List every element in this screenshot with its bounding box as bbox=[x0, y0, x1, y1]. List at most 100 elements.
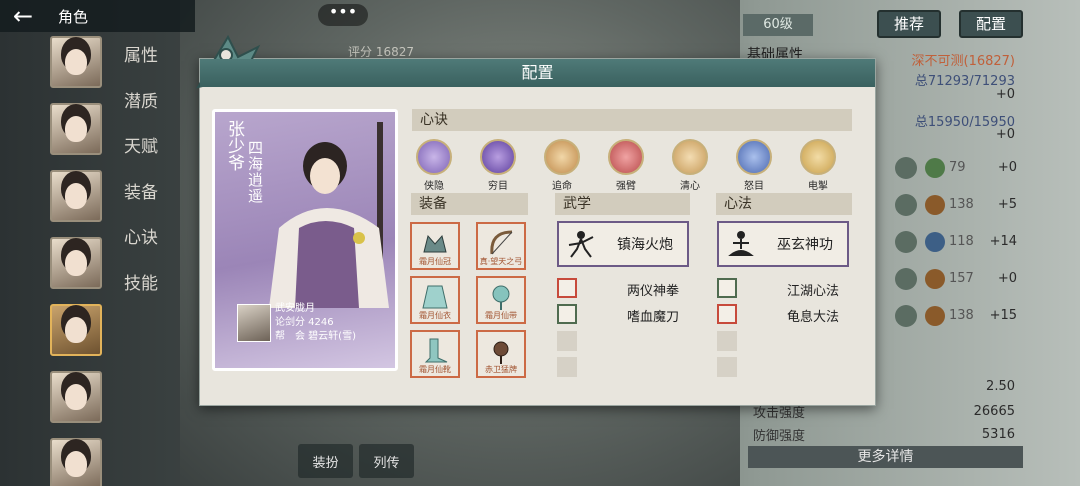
xinjue-item[interactable]: 追命 bbox=[542, 139, 582, 192]
more-details-button[interactable]: 更多详情 bbox=[748, 446, 1023, 468]
page-title: 角色 bbox=[58, 7, 89, 26]
character-avatar[interactable] bbox=[50, 36, 102, 88]
skill-icon bbox=[717, 304, 737, 324]
xinjue-label: 强臂 bbox=[616, 181, 636, 192]
xinjue-list: 侠隐 穷目 追命 强臂 清心 怒目 电掣 bbox=[414, 139, 838, 192]
tab-attributes[interactable]: 属性 bbox=[124, 42, 158, 88]
skill-label: 龟息大法 bbox=[787, 310, 840, 325]
biography-button[interactable]: 列传 bbox=[359, 444, 414, 478]
tab-potential[interactable]: 潜质 bbox=[124, 88, 158, 134]
xinfa-skill-item[interactable]: 江湖心法 bbox=[717, 278, 847, 300]
character-avatar[interactable] bbox=[50, 371, 102, 423]
xinjue-item[interactable]: 怒目 bbox=[734, 139, 774, 192]
equip-slot[interactable]: 真·望天之弓 bbox=[476, 222, 526, 270]
attr-row: 118 +14 bbox=[895, 231, 1025, 255]
character-info: 武安胧月 论剑分 4246 帮 会 碧云轩(雪) bbox=[237, 303, 387, 354]
xinjue-item[interactable]: 侠隐 bbox=[414, 139, 454, 192]
bow-icon bbox=[490, 230, 513, 255]
attr-level: 118 bbox=[949, 234, 974, 249]
xinjue-header: 心诀 bbox=[412, 109, 852, 131]
martial-pose-icon bbox=[568, 231, 594, 258]
crit-value: 2.50 bbox=[986, 379, 1015, 394]
attr-plus: +0 bbox=[997, 160, 1017, 175]
equip-label: 真·望天之弓 bbox=[479, 257, 523, 266]
attr-level: 157 bbox=[949, 271, 974, 286]
xinjue-label: 侠隐 bbox=[424, 181, 444, 192]
rank-icon bbox=[925, 195, 945, 215]
power-rank: 深不可测(16827) bbox=[911, 54, 1016, 69]
xinjue-label: 电掣 bbox=[808, 181, 828, 192]
empty-skill-slot[interactable] bbox=[717, 357, 737, 377]
character-name: 张少爷 bbox=[224, 120, 244, 171]
skill-label: 两仪神拳 bbox=[627, 284, 680, 299]
xinjue-icon bbox=[416, 139, 452, 175]
equip-label: 赤卫猛牌 bbox=[485, 365, 517, 374]
attr-icon bbox=[895, 305, 917, 327]
attr-row: 138 +15 bbox=[895, 305, 1025, 329]
bottom-action-bar: 装扮 列传 bbox=[298, 444, 414, 478]
skill-label: 嗜血魔刀 bbox=[627, 310, 680, 325]
equip-label: 霜月仙带 bbox=[485, 311, 517, 320]
wuxue-skill-item[interactable]: 两仪神拳 bbox=[557, 278, 687, 300]
recommend-button[interactable]: 推荐 bbox=[877, 10, 941, 38]
equip-slot[interactable]: 赤卫猛牌 bbox=[476, 330, 526, 378]
character-avatar-selected[interactable] bbox=[50, 304, 102, 356]
attr-icon bbox=[895, 268, 917, 290]
tab-talent[interactable]: 天赋 bbox=[124, 133, 158, 179]
character-list bbox=[50, 36, 106, 486]
equip-label: 霜月仙靴 bbox=[419, 365, 451, 374]
xinjue-icon bbox=[608, 139, 644, 175]
attr-row: 157 +0 bbox=[895, 268, 1025, 292]
skill-label: 江湖心法 bbox=[787, 284, 840, 299]
equip-slot[interactable]: 霜月仙衣 bbox=[410, 276, 460, 324]
xinjue-item[interactable]: 清心 bbox=[670, 139, 710, 192]
level-badge: 60级 bbox=[743, 14, 813, 36]
empty-skill-slot[interactable] bbox=[717, 331, 737, 351]
meditation-icon bbox=[728, 231, 754, 256]
chat-more-button[interactable]: ••• bbox=[318, 4, 368, 26]
xinjue-item[interactable]: 电掣 bbox=[798, 139, 838, 192]
character-avatar[interactable] bbox=[50, 170, 102, 222]
wuxue-header: 武学 bbox=[555, 193, 690, 215]
equip-slot[interactable]: 霜月仙靴 bbox=[410, 330, 460, 378]
character-avatar[interactable] bbox=[50, 103, 102, 155]
empty-skill-slot[interactable] bbox=[557, 331, 577, 351]
xinjue-item[interactable]: 强臂 bbox=[606, 139, 646, 192]
tab-skills[interactable]: 技能 bbox=[124, 270, 158, 316]
xinfa-main-skill[interactable]: 巫玄神功 bbox=[717, 221, 849, 267]
modal-title: 配置 bbox=[200, 59, 875, 87]
equip-slot[interactable]: 霜月仙带 bbox=[476, 276, 526, 324]
tab-equipment[interactable]: 装备 bbox=[124, 179, 158, 225]
attr-plus: +14 bbox=[989, 234, 1017, 249]
skill-icon bbox=[557, 304, 577, 324]
character-arena-score: 论剑分 4246 bbox=[275, 317, 334, 328]
attr-level: 138 bbox=[949, 197, 974, 212]
xinjue-label: 清心 bbox=[680, 181, 700, 192]
xinjue-label: 追命 bbox=[552, 181, 572, 192]
attr-plus: +5 bbox=[997, 197, 1017, 212]
character-avatar[interactable] bbox=[50, 237, 102, 289]
attr-row: 138 +5 bbox=[895, 194, 1025, 218]
tab-xinjue[interactable]: 心诀 bbox=[124, 224, 158, 270]
hp-plus: +0 bbox=[995, 87, 1015, 102]
defense-value: 5316 bbox=[981, 427, 1015, 442]
rank-icon bbox=[925, 232, 945, 252]
wuxue-skill-item[interactable]: 嗜血魔刀 bbox=[557, 304, 687, 326]
xinjue-item[interactable]: 穷目 bbox=[478, 139, 518, 192]
defense-label: 防御强度 bbox=[753, 429, 806, 444]
xinfa-skill-item[interactable]: 龟息大法 bbox=[717, 304, 847, 326]
character-avatar[interactable] bbox=[50, 438, 102, 486]
wuxue-main-skill[interactable]: 镇海火炮 bbox=[557, 221, 689, 267]
dress-up-button[interactable]: 装扮 bbox=[298, 444, 353, 478]
equip-label: 霜月仙衣 bbox=[419, 311, 451, 320]
character-server: 武安胧月 bbox=[275, 303, 315, 314]
empty-skill-slot[interactable] bbox=[557, 357, 577, 377]
robe-icon bbox=[422, 285, 448, 309]
back-arrow-icon[interactable]: ← bbox=[0, 2, 46, 30]
config-button[interactable]: 配置 bbox=[959, 10, 1023, 38]
skill-icon bbox=[717, 278, 737, 298]
attr-row: 79 +0 bbox=[895, 157, 1025, 181]
equip-slot[interactable]: 霜月仙冠 bbox=[410, 222, 460, 270]
attack-value: 26665 bbox=[973, 404, 1015, 419]
xinjue-icon bbox=[544, 139, 580, 175]
